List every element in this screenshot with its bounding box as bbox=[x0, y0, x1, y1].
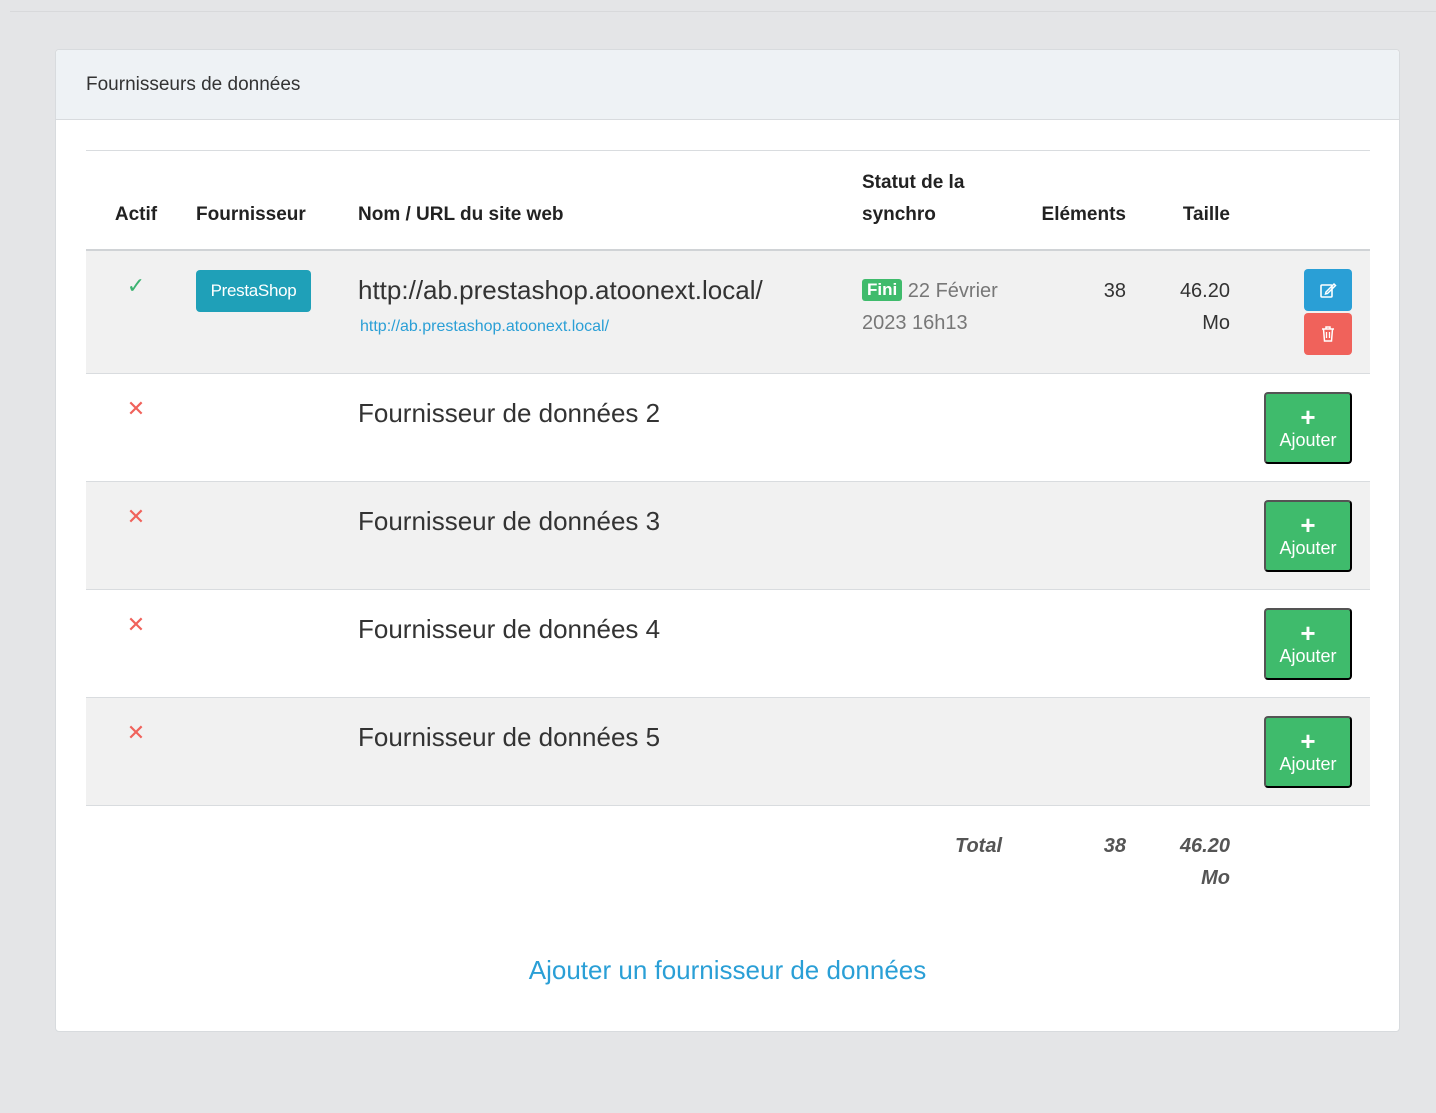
sync-status-cell bbox=[848, 590, 1028, 698]
site-url-link[interactable]: http://ab.prestashop.atoonext.local/ bbox=[346, 306, 848, 336]
total-size-cell: 46.20 Mo bbox=[1128, 806, 1240, 898]
table-row: ✕ Fournisseur de données 4 + Ajouter bbox=[86, 590, 1370, 698]
card-header: Fournisseurs de données bbox=[56, 50, 1399, 120]
sync-status-cell: Fini 22 Février 2023 16h13 bbox=[848, 250, 1028, 374]
size-cell bbox=[1128, 374, 1240, 482]
elements-cell bbox=[1028, 698, 1128, 806]
total-label: Total bbox=[954, 835, 1002, 857]
provider-name: Fournisseur de données 2 bbox=[358, 398, 661, 428]
plus-icon: + bbox=[1300, 726, 1316, 756]
name-cell: http://ab.prestashop.atoonext.local/ htt… bbox=[346, 250, 848, 374]
table-row: ✕ Fournisseur de données 2 + Ajouter bbox=[86, 374, 1370, 482]
check-icon: ✓ bbox=[126, 272, 146, 298]
elements-cell: 38 bbox=[1103, 279, 1126, 302]
status-date-line1: 22 Février bbox=[907, 279, 998, 302]
cross-icon: ✕ bbox=[126, 612, 146, 637]
elements-cell bbox=[1028, 590, 1128, 698]
plus-icon: + bbox=[1300, 618, 1316, 648]
plus-icon: + bbox=[1300, 510, 1316, 540]
actions-cell: + Ajouter bbox=[1240, 698, 1370, 806]
size-cell bbox=[1128, 698, 1240, 806]
size-value: 46.20 bbox=[1179, 279, 1230, 302]
elements-cell bbox=[1028, 374, 1128, 482]
header-nom: Nom / URL du site web bbox=[358, 203, 564, 225]
header-statut-line2: synchro bbox=[862, 203, 936, 225]
edit-button[interactable] bbox=[1304, 268, 1352, 311]
provider-cell bbox=[186, 698, 346, 806]
size-cell bbox=[1128, 590, 1240, 698]
total-row: Total 38 46.20 Mo bbox=[86, 806, 1370, 898]
total-size-unit: Mo bbox=[1201, 867, 1230, 889]
add-button-label: Ajouter bbox=[1279, 430, 1337, 450]
active-cell: ✕ bbox=[86, 698, 186, 806]
header-fournisseur: Fournisseur bbox=[196, 203, 306, 225]
providers-table: Actif Fournisseur Nom / URL du site web … bbox=[86, 150, 1370, 898]
table-row: ✕ Fournisseur de données 5 + Ajouter bbox=[86, 697, 1370, 806]
provider-cell bbox=[186, 482, 346, 590]
table-row: ✓ PrestaShop http://ab.prestashop.atoone… bbox=[86, 249, 1370, 374]
providers-card: Fournisseurs de données Actif Fournisseu… bbox=[55, 49, 1400, 1032]
total-elements: 38 bbox=[1103, 835, 1126, 857]
name-cell: Fournisseur de données 2 bbox=[346, 374, 848, 482]
status-badge: Fini bbox=[862, 278, 903, 301]
active-cell: ✕ bbox=[86, 374, 186, 482]
header-taille: Taille bbox=[1182, 203, 1230, 225]
header-statut-line1: Statut de la bbox=[862, 171, 965, 193]
sync-status-cell bbox=[848, 482, 1028, 590]
provider-cell bbox=[186, 590, 346, 698]
header-elements: Eléments bbox=[1041, 203, 1126, 225]
add-button-label: Ajouter bbox=[1279, 538, 1337, 558]
provider-cell: PrestaShop bbox=[186, 250, 346, 374]
name-cell: Fournisseur de données 3 bbox=[346, 482, 848, 590]
table-row: ✕ Fournisseur de données 3 + Ajouter bbox=[86, 481, 1370, 590]
add-button-label: Ajouter bbox=[1279, 646, 1337, 666]
active-cell: ✕ bbox=[86, 482, 186, 590]
delete-button[interactable] bbox=[1304, 312, 1352, 355]
name-cell: Fournisseur de données 4 bbox=[346, 590, 848, 698]
edit-icon bbox=[1320, 282, 1337, 298]
cross-icon: ✕ bbox=[126, 504, 146, 529]
elements-cell bbox=[1028, 482, 1128, 590]
actions-cell bbox=[1240, 250, 1370, 374]
header-statut: Statut de la synchro bbox=[848, 151, 1028, 250]
name-cell: Fournisseur de données 5 bbox=[346, 698, 848, 806]
provider-name: Fournisseur de données 5 bbox=[358, 722, 661, 752]
provider-name: Fournisseur de données 3 bbox=[358, 506, 661, 536]
size-cell bbox=[1128, 482, 1240, 590]
sync-status-cell bbox=[848, 374, 1028, 482]
header-actions bbox=[1240, 151, 1370, 250]
actions-cell: + Ajouter bbox=[1240, 590, 1370, 698]
header-actif: Actif bbox=[114, 203, 158, 225]
trash-icon bbox=[1322, 325, 1334, 342]
actions-cell: + Ajouter bbox=[1240, 374, 1370, 482]
total-size-value: 46.20 bbox=[1179, 835, 1230, 857]
add-provider-link[interactable]: Ajouter un fournisseur de données bbox=[56, 955, 1399, 986]
top-divider bbox=[10, 11, 1436, 12]
plus-icon: + bbox=[1300, 402, 1316, 432]
provider-name: Fournisseur de données 4 bbox=[358, 614, 661, 644]
add-provider-button[interactable]: + Ajouter bbox=[1264, 716, 1352, 788]
site-name: http://ab.prestashop.atoonext.local/ bbox=[358, 274, 763, 305]
table-header-row: Actif Fournisseur Nom / URL du site web … bbox=[86, 150, 1370, 250]
total-empty-cell bbox=[1240, 806, 1370, 898]
cross-icon: ✕ bbox=[126, 396, 146, 421]
sync-status-cell bbox=[848, 698, 1028, 806]
provider-cell bbox=[186, 374, 346, 482]
active-cell: ✕ bbox=[86, 590, 186, 698]
status-date-line2: 2023 16h13 bbox=[862, 311, 968, 334]
cross-icon: ✕ bbox=[126, 720, 146, 745]
add-provider-button[interactable]: + Ajouter bbox=[1264, 608, 1352, 680]
size-cell: 46.20 Mo bbox=[1128, 250, 1240, 374]
actions-cell: + Ajouter bbox=[1240, 482, 1370, 590]
add-provider-button[interactable]: + Ajouter bbox=[1264, 392, 1352, 464]
prestashop-logo: PrestaShop bbox=[196, 269, 311, 312]
card-title: Fournisseurs de données bbox=[86, 73, 301, 95]
add-provider-button[interactable]: + Ajouter bbox=[1264, 500, 1352, 572]
add-button-label: Ajouter bbox=[1279, 754, 1337, 774]
providers-table-wrapper: Actif Fournisseur Nom / URL du site web … bbox=[86, 150, 1370, 898]
active-cell: ✓ bbox=[86, 250, 186, 374]
size-unit: Mo bbox=[1202, 311, 1230, 334]
